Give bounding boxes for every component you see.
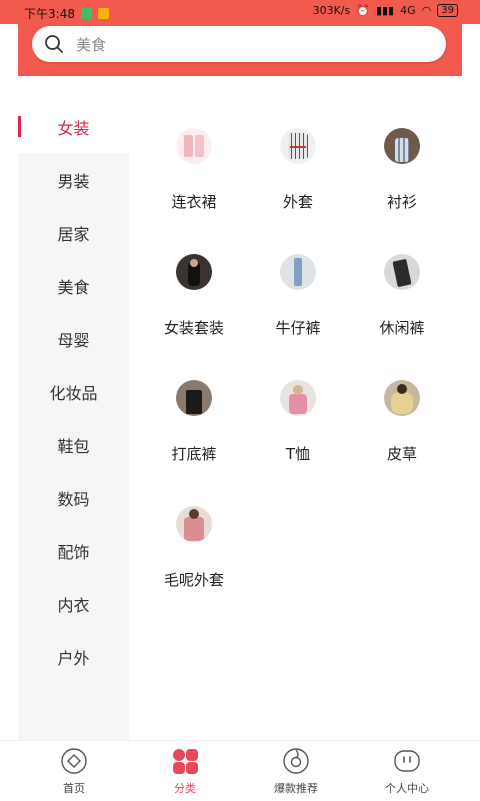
dress-thumbnail <box>176 128 212 164</box>
signal-icon: ▮▮▮ <box>375 4 395 17</box>
category-shirt[interactable]: 衬衫 <box>350 100 454 211</box>
tab-recommend[interactable]: 爆款推荐 <box>241 747 351 796</box>
sidebar-item-label: 内衣 <box>57 595 90 615</box>
sidebar-item-label: 女装 <box>57 118 90 138</box>
sidebar-item-food[interactable]: 美食 <box>18 259 129 312</box>
category-label: 女装套装 <box>163 319 224 337</box>
battery-icon: 39 <box>437 4 458 17</box>
search-bar[interactable]: 美食 <box>32 26 446 62</box>
sidebar-item-label: 户外 <box>57 648 90 668</box>
sidebar-item-home[interactable]: 居家 <box>18 206 129 259</box>
sidebar-item-outdoor[interactable]: 户外 <box>18 630 129 683</box>
wool-coat-thumbnail <box>176 506 212 542</box>
search-input[interactable]: 美食 <box>76 34 106 55</box>
sidebar-item-accessories[interactable]: 配饰 <box>18 524 129 577</box>
category-label: 毛呢外套 <box>163 571 224 589</box>
status-bar: 下午3:48 303K/s ⏰ ▮▮▮ 4G ◠ 39 <box>0 0 480 24</box>
sidebar-item-label: 数码 <box>57 489 90 509</box>
header: 美食 <box>18 24 462 76</box>
category-label: 打底裤 <box>171 445 217 463</box>
category-label: 外套 <box>282 193 313 211</box>
tab-home[interactable]: 首页 <box>19 747 129 796</box>
notification-icon <box>80 8 92 19</box>
category-dress[interactable]: 连衣裙 <box>142 100 246 211</box>
category-casual-pants[interactable]: 休闲裤 <box>350 226 454 337</box>
casual-pants-thumbnail <box>384 254 420 290</box>
search-icon <box>45 35 63 53</box>
womens-set-thumbnail <box>176 254 212 290</box>
tab-label: 个人中心 <box>385 782 429 795</box>
bottom-tab-bar: 首页 分类 爆款推荐 个人中心 <box>0 740 480 801</box>
category-womens-set[interactable]: 女装套装 <box>142 226 246 337</box>
category-tshirt[interactable]: T恤 <box>246 352 350 463</box>
profile-icon <box>394 750 420 772</box>
sidebar-item-label: 配饰 <box>57 542 90 562</box>
tab-category[interactable]: 分类 <box>130 747 240 796</box>
fur-thumbnail <box>384 380 420 416</box>
tab-label: 分类 <box>174 782 196 795</box>
category-jeans[interactable]: 牛仔裤 <box>246 226 350 337</box>
category-leggings[interactable]: 打底裤 <box>142 352 246 463</box>
coat-thumbnail <box>280 128 316 164</box>
network-speed: 303K/s <box>312 4 351 17</box>
alarm-icon: ⏰ <box>356 4 370 17</box>
category-label: T恤 <box>285 445 311 463</box>
sidebar-item-label: 居家 <box>57 224 90 244</box>
sidebar-item-label: 母婴 <box>57 330 90 350</box>
category-icon <box>173 749 198 774</box>
sidebar-item-baby[interactable]: 母婴 <box>18 312 129 365</box>
sidebar-item-underwear[interactable]: 内衣 <box>18 577 129 630</box>
leggings-thumbnail <box>176 380 212 416</box>
sidebar-item-label: 男装 <box>57 171 90 191</box>
sidebar-item-women[interactable]: 女装 <box>18 100 129 153</box>
tshirt-thumbnail <box>280 380 316 416</box>
shirt-thumbnail <box>384 128 420 164</box>
sidebar-item-label: 鞋包 <box>57 436 90 456</box>
status-time: 下午3:48 <box>24 7 75 21</box>
network-type: 4G <box>400 4 416 17</box>
tab-label: 爆款推荐 <box>274 782 318 795</box>
sidebar-item-label: 美食 <box>57 277 90 297</box>
tab-label: 首页 <box>63 782 85 795</box>
category-label: 衬衫 <box>386 193 417 211</box>
wifi-icon: ◠ <box>421 4 432 17</box>
category-wool-coat[interactable]: 毛呢外套 <box>142 478 246 589</box>
home-icon <box>61 748 87 774</box>
tab-profile[interactable]: 个人中心 <box>352 747 462 796</box>
sidebar-item-shoes-bags[interactable]: 鞋包 <box>18 418 129 471</box>
jeans-thumbnail <box>280 254 316 290</box>
category-label: 连衣裙 <box>171 193 217 211</box>
notification-icon <box>97 8 109 19</box>
sidebar-item-men[interactable]: 男装 <box>18 153 129 206</box>
sidebar-item-digital[interactable]: 数码 <box>18 471 129 524</box>
category-label: 皮草 <box>386 445 417 463</box>
category-sidebar: 女装 男装 居家 美食 母婴 化妆品 鞋包 数码 配饰 内衣 户外 <box>18 100 129 740</box>
recommend-icon <box>283 748 309 774</box>
category-label: 休闲裤 <box>379 319 425 337</box>
sidebar-item-cosmetics[interactable]: 化妆品 <box>18 365 129 418</box>
category-label: 牛仔裤 <box>275 319 321 337</box>
category-fur[interactable]: 皮草 <box>350 352 454 463</box>
sidebar-item-label: 化妆品 <box>49 383 98 403</box>
category-coat[interactable]: 外套 <box>246 100 350 211</box>
